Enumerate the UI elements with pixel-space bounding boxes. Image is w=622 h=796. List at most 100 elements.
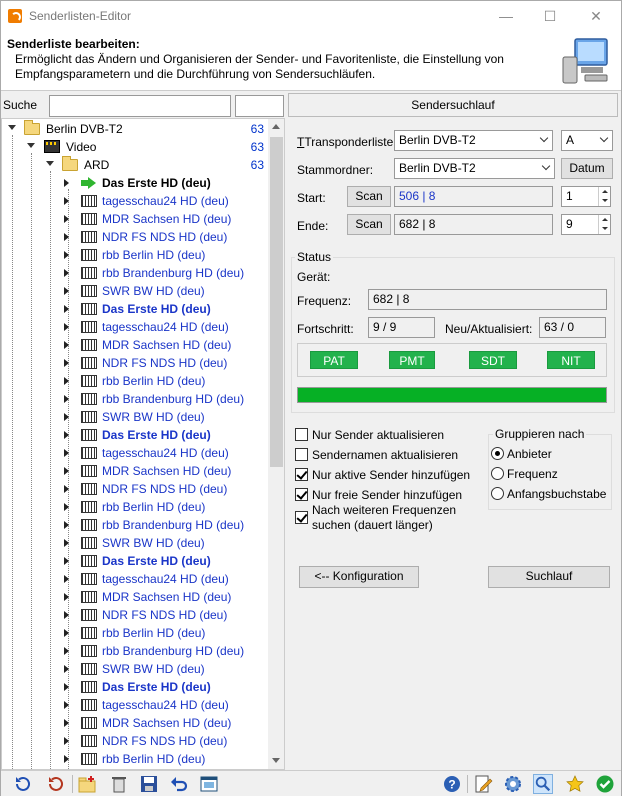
- spin-down-icon[interactable]: [598, 224, 610, 234]
- root-folder-select[interactable]: Berlin DVB-T2: [394, 158, 555, 179]
- channel-list-item[interactable]: MDR Sachsen HD (deu): [2, 588, 268, 606]
- scroll-thumb[interactable]: [270, 137, 283, 467]
- edit-icon[interactable]: [473, 774, 493, 794]
- tree-item-ard[interactable]: ARD 63: [2, 156, 268, 174]
- expand-arrow-icon[interactable]: [64, 287, 69, 295]
- update-names-checkbox[interactable]: [295, 448, 308, 461]
- expand-arrow-icon[interactable]: [64, 719, 69, 727]
- end-spinner[interactable]: 9: [561, 214, 611, 235]
- transponder-select[interactable]: Berlin DVB-T2: [394, 130, 553, 151]
- channel-list-item[interactable]: MDR Sachsen HD (deu): [2, 336, 268, 354]
- expand-arrow-icon[interactable]: [64, 503, 69, 511]
- expand-arrow-icon[interactable]: [64, 233, 69, 241]
- expand-arrow-icon[interactable]: [64, 611, 69, 619]
- channel-list-item[interactable]: Das Erste HD (deu): [2, 678, 268, 696]
- expand-arrow-icon[interactable]: [64, 179, 69, 187]
- date-button[interactable]: Datum: [561, 158, 613, 179]
- delete-icon[interactable]: [109, 774, 129, 794]
- expand-arrow-icon[interactable]: [64, 197, 69, 205]
- search-input[interactable]: [49, 95, 231, 117]
- maximize-button[interactable]: ☐: [535, 5, 565, 27]
- save-icon[interactable]: [139, 774, 159, 794]
- expand-icon[interactable]: [8, 124, 16, 132]
- close-button[interactable]: ✕: [581, 5, 611, 27]
- channel-list-item[interactable]: Das Erste HD (deu): [2, 426, 268, 444]
- configuration-button[interactable]: <-- Konfiguration: [299, 566, 419, 588]
- channel-list-item[interactable]: Das Erste HD (deu): [2, 300, 268, 318]
- tree-item-video[interactable]: Video 63: [2, 138, 268, 156]
- minimize-button[interactable]: —: [491, 5, 521, 27]
- expand-arrow-icon[interactable]: [64, 395, 69, 403]
- tree-item-root[interactable]: Berlin DVB-T2 63: [2, 120, 268, 138]
- channel-list-item[interactable]: rbb Brandenburg HD (deu): [2, 264, 268, 282]
- channel-list-item[interactable]: Das Erste HD (deu): [2, 552, 268, 570]
- start-search-button[interactable]: Suchlauf: [488, 566, 610, 588]
- channel-list-item[interactable]: MDR Sachsen HD (deu): [2, 714, 268, 732]
- expand-arrow-icon[interactable]: [64, 305, 69, 313]
- favorites-star-icon[interactable]: [565, 774, 585, 794]
- expand-arrow-icon[interactable]: [64, 539, 69, 547]
- expand-arrow-icon[interactable]: [64, 377, 69, 385]
- channel-list-item[interactable]: NDR FS NDS HD (deu): [2, 732, 268, 750]
- expand-arrow-icon[interactable]: [64, 485, 69, 493]
- expand-arrow-icon[interactable]: [64, 665, 69, 673]
- channel-list-item[interactable]: rbb Berlin HD (deu): [2, 498, 268, 516]
- channel-list-item[interactable]: rbb Berlin HD (deu): [2, 750, 268, 768]
- search-number-input[interactable]: [235, 95, 284, 117]
- tree-scrollbar[interactable]: [268, 119, 284, 769]
- undo-icon[interactable]: [169, 774, 189, 794]
- group-frequency-radio[interactable]: [491, 467, 504, 480]
- expand-arrow-icon[interactable]: [64, 737, 69, 745]
- refresh-icon[interactable]: [13, 774, 33, 794]
- start-spinner[interactable]: 1: [561, 186, 611, 207]
- channel-list-item[interactable]: Das Erste HD (deu): [2, 174, 268, 192]
- reload-icon[interactable]: [46, 774, 66, 794]
- expand-arrow-icon[interactable]: [64, 215, 69, 223]
- scroll-up-icon[interactable]: [272, 124, 280, 129]
- channel-list-item[interactable]: MDR Sachsen HD (deu): [2, 462, 268, 480]
- start-scan-button[interactable]: Scan: [347, 186, 391, 207]
- only-update-checkbox[interactable]: [295, 428, 308, 441]
- expand-arrow-icon[interactable]: [64, 647, 69, 655]
- channel-list-item[interactable]: rbb Brandenburg HD (deu): [2, 516, 268, 534]
- expand-arrow-icon[interactable]: [64, 449, 69, 457]
- more-frequencies-checkbox[interactable]: [295, 511, 308, 524]
- expand-arrow-icon[interactable]: [64, 629, 69, 637]
- channel-list-item[interactable]: tagesschau24 HD (deu): [2, 192, 268, 210]
- expand-icon[interactable]: [46, 160, 54, 168]
- expand-arrow-icon[interactable]: [64, 413, 69, 421]
- expand-arrow-icon[interactable]: [64, 701, 69, 709]
- expand-arrow-icon[interactable]: [64, 467, 69, 475]
- channel-list-item[interactable]: NDR FS NDS HD (deu): [2, 606, 268, 624]
- channel-list-item[interactable]: NDR FS NDS HD (deu): [2, 480, 268, 498]
- only-free-checkbox[interactable]: [295, 488, 308, 501]
- expand-arrow-icon[interactable]: [64, 683, 69, 691]
- expand-arrow-icon[interactable]: [64, 431, 69, 439]
- expand-arrow-icon[interactable]: [64, 251, 69, 259]
- channel-list-item[interactable]: SWR BW HD (deu): [2, 534, 268, 552]
- settings-icon[interactable]: [503, 774, 523, 794]
- help-icon[interactable]: ?: [442, 774, 462, 794]
- channel-list-item[interactable]: SWR BW HD (deu): [2, 282, 268, 300]
- expand-arrow-icon[interactable]: [64, 323, 69, 331]
- expand-arrow-icon[interactable]: [64, 521, 69, 529]
- expand-arrow-icon[interactable]: [64, 341, 69, 349]
- expand-icon[interactable]: [27, 142, 35, 150]
- channel-list-item[interactable]: SWR BW HD (deu): [2, 660, 268, 678]
- spin-down-icon[interactable]: [598, 196, 610, 206]
- expand-arrow-icon[interactable]: [64, 593, 69, 601]
- only-active-checkbox[interactable]: [295, 468, 308, 481]
- channel-list-item[interactable]: tagesschau24 HD (deu): [2, 696, 268, 714]
- new-folder-icon[interactable]: [77, 774, 97, 794]
- scroll-down-icon[interactable]: [272, 758, 280, 763]
- channel-list-item[interactable]: rbb Brandenburg HD (deu): [2, 390, 268, 408]
- channel-list-item[interactable]: tagesschau24 HD (deu): [2, 570, 268, 588]
- group-initial-radio[interactable]: [491, 487, 504, 500]
- expand-arrow-icon[interactable]: [64, 557, 69, 565]
- search-channels-icon[interactable]: [533, 774, 553, 794]
- channel-list-item[interactable]: rbb Berlin HD (deu): [2, 246, 268, 264]
- channel-list-item[interactable]: SWR BW HD (deu): [2, 408, 268, 426]
- channel-list-item[interactable]: rbb Berlin HD (deu): [2, 624, 268, 642]
- transponder-option-select[interactable]: A: [561, 130, 613, 151]
- channel-list-item[interactable]: rbb Brandenburg HD (deu): [2, 642, 268, 660]
